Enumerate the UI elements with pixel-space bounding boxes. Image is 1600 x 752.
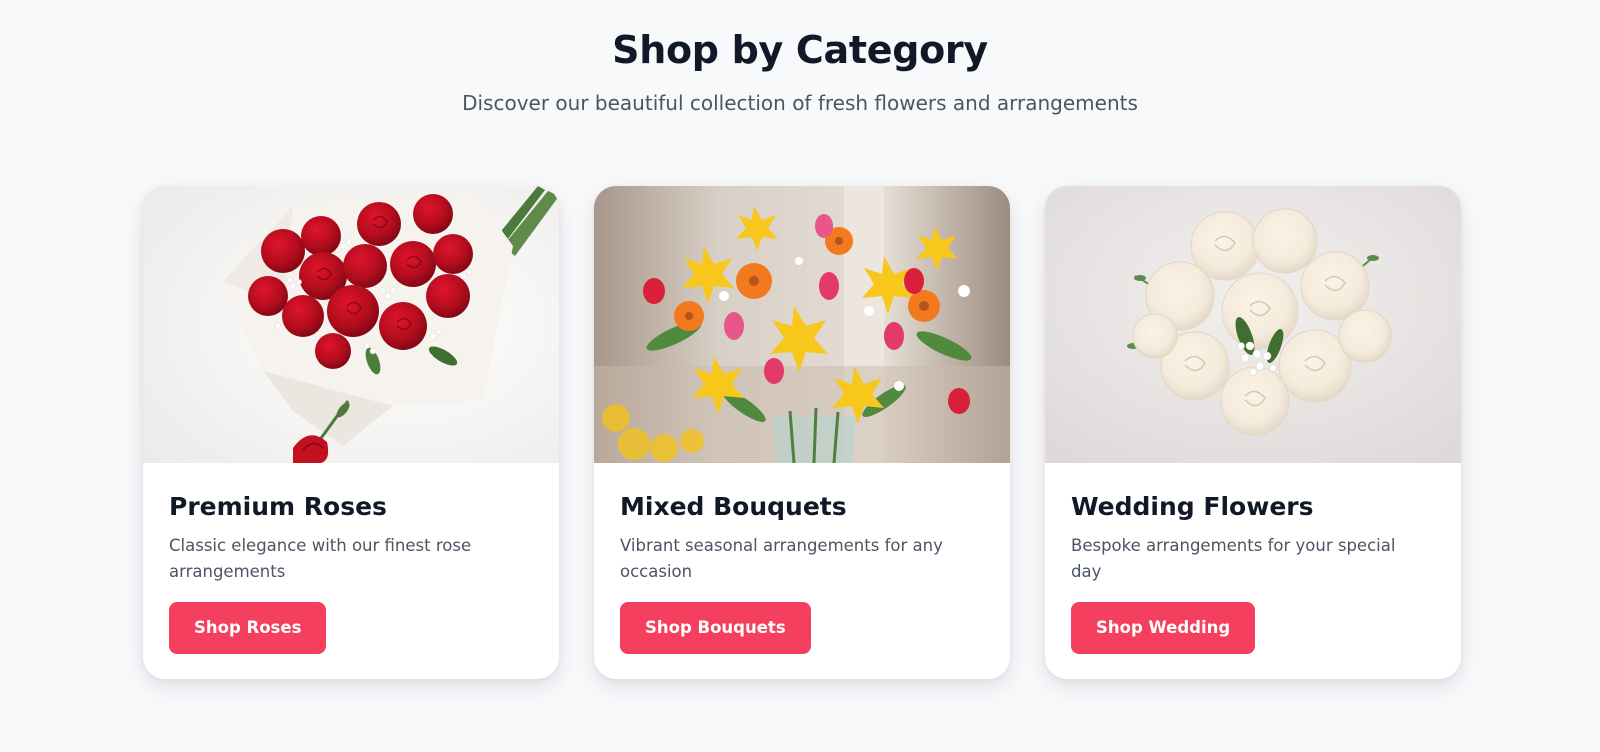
white-rose-bridal-bouquet-image [1045, 186, 1461, 463]
category-card-roses: Premium Roses Classic elegance with our … [143, 186, 559, 679]
category-card-grid: Premium Roses Classic elegance with our … [143, 186, 1461, 679]
shop-bouquets-button[interactable]: Shop Bouquets [620, 602, 811, 654]
card-title: Wedding Flowers [1071, 492, 1314, 521]
section-title: Shop by Category [612, 28, 988, 72]
mixed-flower-vase-image [594, 186, 1010, 463]
section-subtitle: Discover our beautiful collection of fre… [462, 91, 1138, 115]
card-description: Bespoke arrangements for your special da… [1071, 536, 1396, 581]
category-section-header: Shop by Category Discover our beautiful … [0, 0, 1600, 116]
card-body: Wedding Flowers Bespoke arrangements for… [1045, 463, 1461, 679]
card-title: Premium Roses [169, 492, 387, 521]
red-rose-bouquet-image [143, 186, 559, 463]
card-description: Vibrant seasonal arrangements for any oc… [620, 536, 943, 581]
card-body: Mixed Bouquets Vibrant seasonal arrangem… [594, 463, 1010, 679]
category-card-wedding: Wedding Flowers Bespoke arrangements for… [1045, 186, 1461, 679]
card-description: Classic elegance with our finest rose ar… [169, 536, 472, 581]
card-title: Mixed Bouquets [620, 492, 847, 521]
shop-wedding-button[interactable]: Shop Wedding [1071, 602, 1256, 654]
card-body: Premium Roses Classic elegance with our … [143, 463, 559, 679]
category-card-bouquets: Mixed Bouquets Vibrant seasonal arrangem… [594, 186, 1010, 679]
shop-roses-button[interactable]: Shop Roses [169, 602, 327, 654]
